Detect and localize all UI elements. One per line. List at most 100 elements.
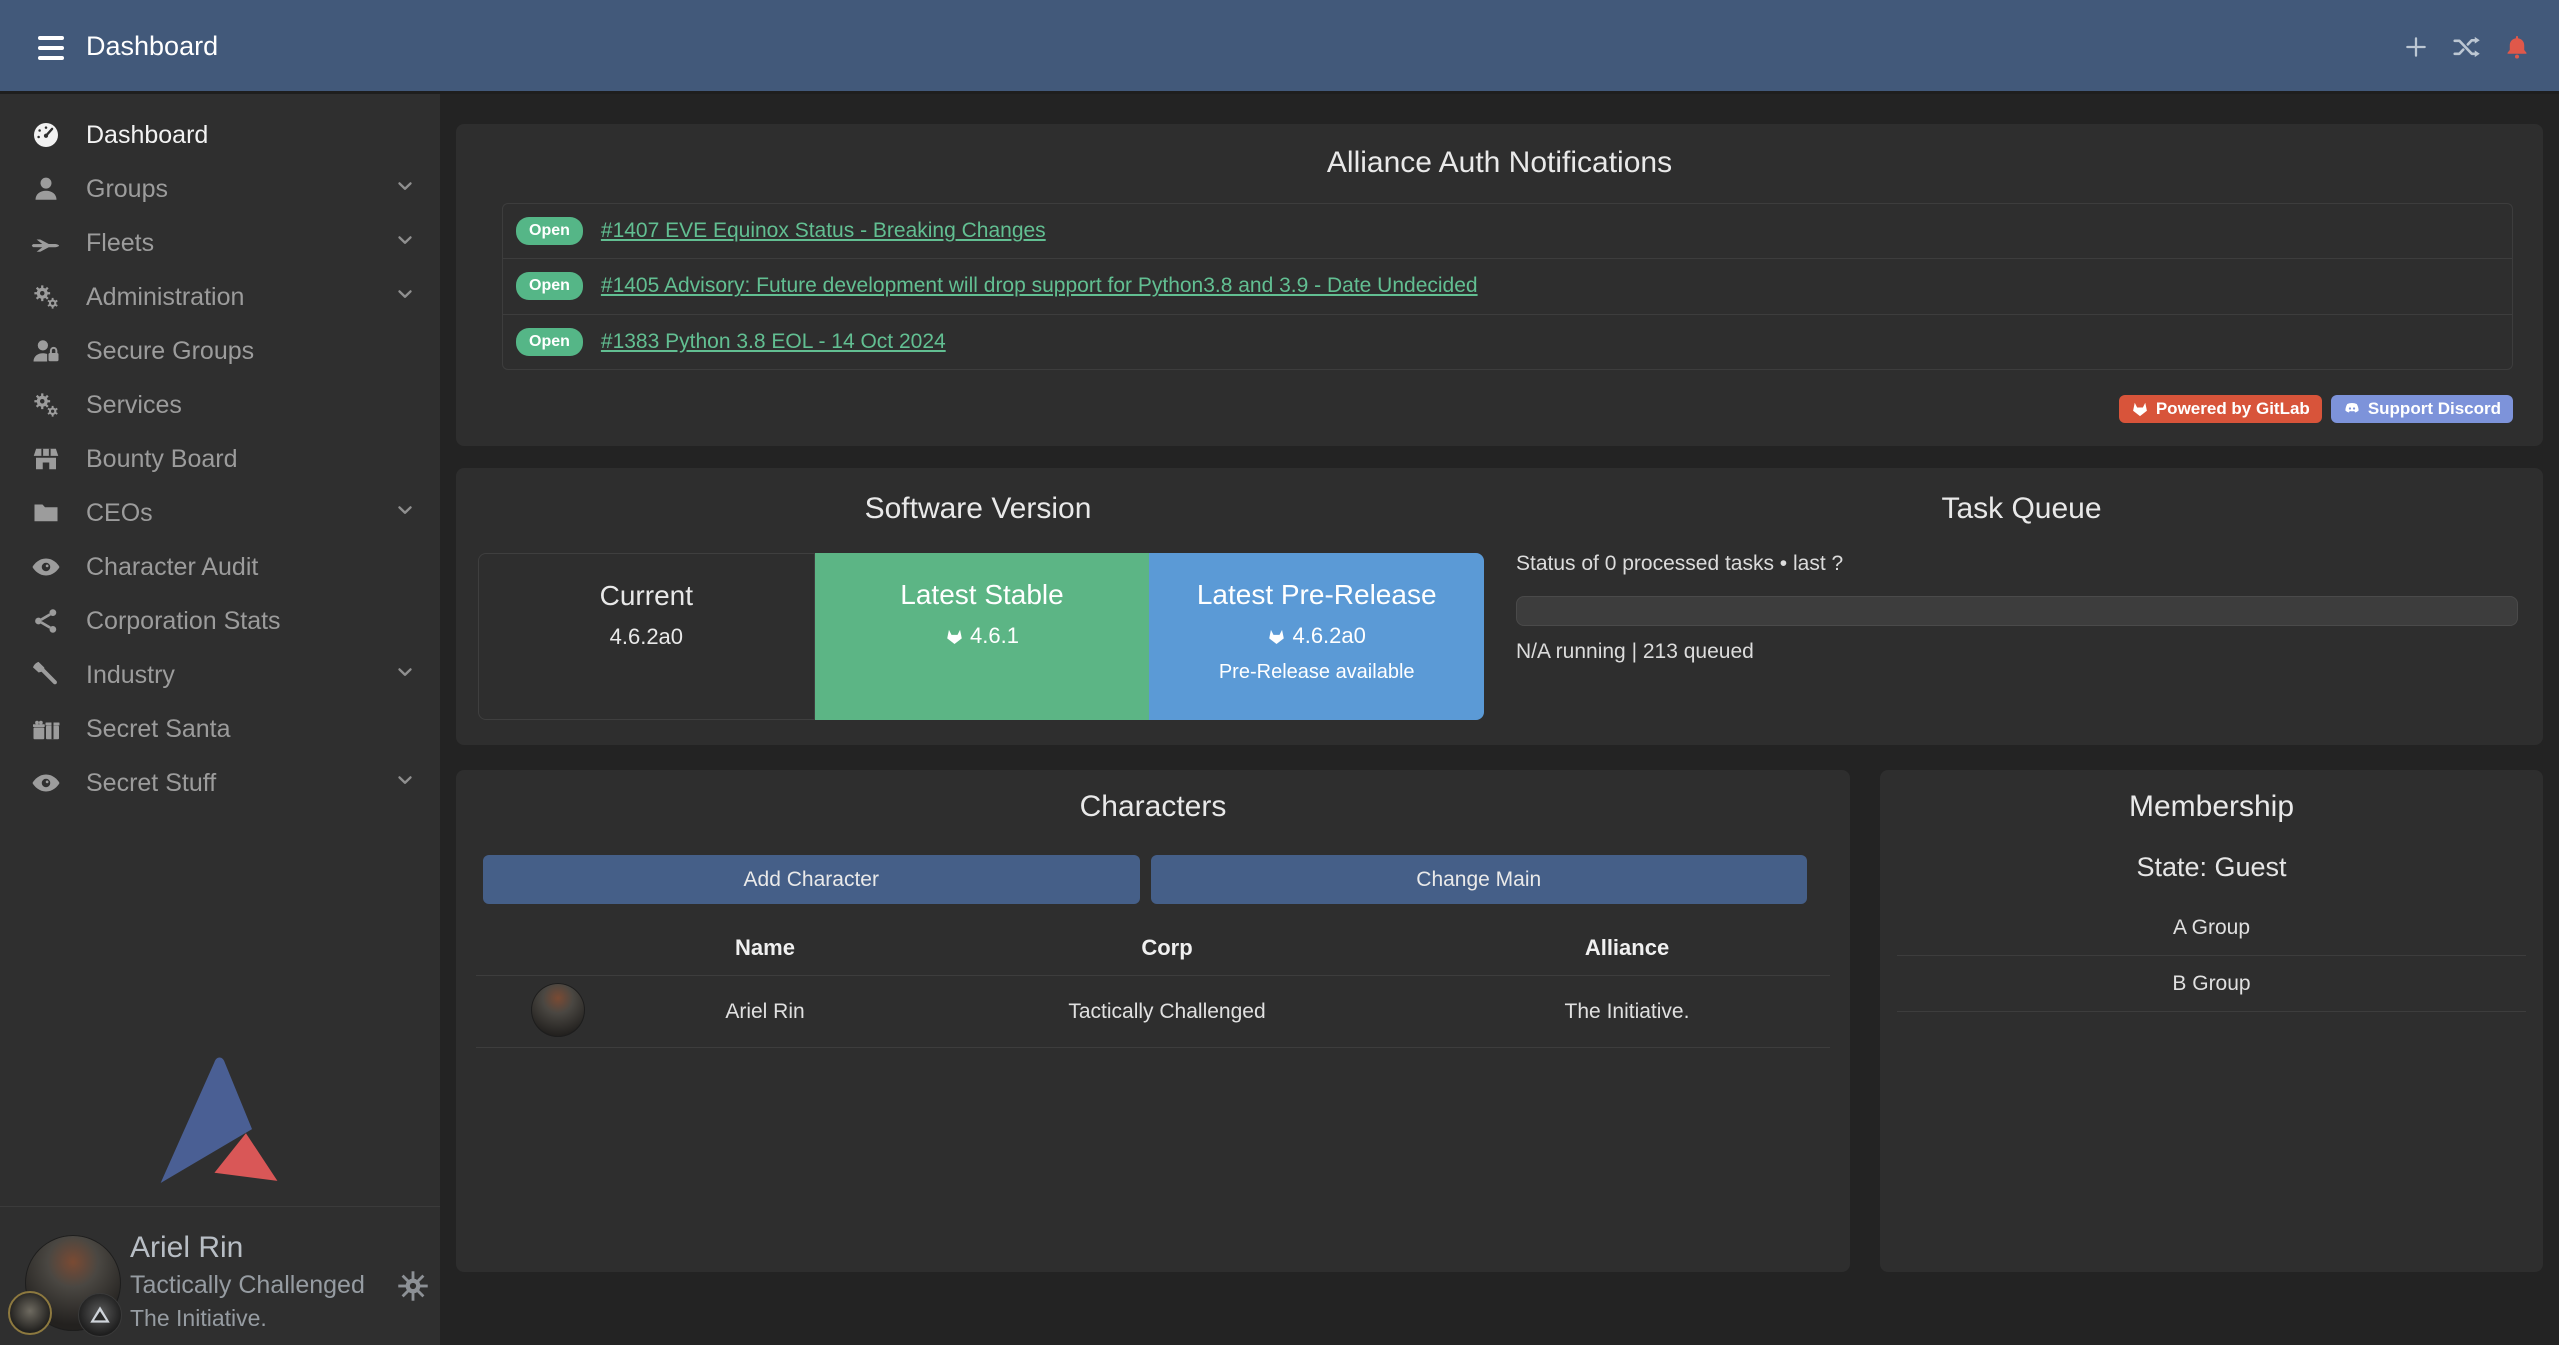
eye-icon [28, 768, 64, 798]
notification-link[interactable]: #1407 EVE Equinox Status - Breaking Chan… [601, 219, 1046, 243]
sidebar-item-secret-santa[interactable]: Secret Santa [0, 702, 440, 756]
gitlab-icon [1267, 627, 1286, 646]
version-cell-latest-stable: Latest Stable 4.6.1 [815, 553, 1150, 720]
bell-icon[interactable] [2503, 33, 2531, 61]
footer-badges: Powered by GitLab Support Discord [2119, 395, 2513, 423]
software-version-title: Software Version [456, 492, 1500, 526]
user-lock-icon [28, 336, 64, 366]
membership-title: Membership [1880, 790, 2543, 824]
sidebar-item-label: Groups [86, 175, 168, 204]
task-queue-section: Task Queue Status of 0 processed tasks •… [1500, 468, 2543, 745]
notification-link[interactable]: #1405 Advisory: Future development will … [601, 274, 1478, 298]
sidebar-item-label: CEOs [86, 499, 153, 528]
change-main-button[interactable]: Change Main [1151, 855, 1808, 904]
app-root: Dashboard Dashboard Groups Fleets [0, 0, 2559, 1345]
sidebar-item-secure-groups[interactable]: Secure Groups [0, 324, 440, 378]
chevron-down-icon [394, 769, 416, 798]
user-corp: Tactically Challenged [130, 1271, 365, 1300]
chevron-down-icon [394, 229, 416, 258]
group-list-item: B Group [1897, 956, 2526, 1012]
store-icon [28, 444, 64, 474]
notification-link[interactable]: #1383 Python 3.8 EOL - 14 Oct 2024 [601, 330, 946, 354]
plus-icon[interactable] [2403, 34, 2429, 60]
character-portrait [531, 983, 585, 1037]
share-icon [28, 606, 64, 636]
powered-by-gitlab-badge[interactable]: Powered by GitLab [2119, 395, 2322, 423]
notification-item: Open #1407 EVE Equinox Status - Breaking… [503, 204, 2512, 258]
sidebar-item-label: Bounty Board [86, 445, 238, 474]
table-row-divider [476, 1047, 1830, 1048]
sidebar-item-label: Secure Groups [86, 337, 254, 366]
sidebar: Dashboard Groups Fleets Administration S… [0, 94, 440, 1345]
sidebar-nav: Dashboard Groups Fleets Administration S… [0, 108, 440, 810]
sidebar-item-label: Character Audit [86, 553, 258, 582]
chevron-down-icon [394, 175, 416, 204]
sidebar-item-label: Industry [86, 661, 175, 690]
status-badge: Open [516, 217, 583, 245]
sidebar-item-groups[interactable]: Groups [0, 162, 440, 216]
gifts-icon [28, 714, 64, 744]
sidebar-item-administration[interactable]: Administration [0, 270, 440, 324]
fighter-jet-icon [28, 228, 64, 258]
membership-panel: Membership State: Guest A Group B Group [1880, 770, 2543, 1272]
table-header-divider [476, 975, 1830, 976]
characters-title: Characters [456, 790, 1850, 824]
sidebar-item-services[interactable]: Services [0, 378, 440, 432]
sidebar-item-label: Corporation Stats [86, 607, 281, 636]
main-content: Alliance Auth Notifications Open #1407 E… [440, 94, 2559, 1345]
column-header-name: Name [735, 935, 795, 961]
characters-buttons: Add Character Change Main [483, 855, 1807, 904]
chevron-down-icon [394, 499, 416, 528]
status-badge: Open [516, 328, 583, 356]
folder-icon [28, 498, 64, 528]
sidebar-item-character-audit[interactable]: Character Audit [0, 540, 440, 594]
notifications-panel: Alliance Auth Notifications Open #1407 E… [456, 124, 2543, 446]
page-title: Dashboard [86, 31, 218, 62]
gauge-icon [28, 120, 64, 150]
sidebar-item-corporation-stats[interactable]: Corporation Stats [0, 594, 440, 648]
eye-icon [28, 552, 64, 582]
membership-groups-list: A Group B Group [1897, 900, 2526, 1012]
sidebar-item-label: Administration [86, 283, 244, 312]
task-queue-counts: N/A running | 213 queued [1516, 640, 1754, 664]
add-character-button[interactable]: Add Character [483, 855, 1140, 904]
support-discord-badge[interactable]: Support Discord [2331, 395, 2513, 423]
task-queue-title: Task Queue [1500, 492, 2543, 526]
sidebar-item-label: Services [86, 391, 182, 420]
gear-icon[interactable] [396, 1269, 430, 1303]
alliance-emblem-icon [87, 1302, 113, 1328]
gears-icon [28, 282, 64, 312]
character-alliance: The Initiative. [1565, 1000, 1690, 1024]
user-name: Ariel Rin [130, 1231, 243, 1265]
hamburger-menu-icon[interactable] [38, 36, 64, 60]
sidebar-item-bounty-board[interactable]: Bounty Board [0, 432, 440, 486]
membership-state: State: Guest [1880, 852, 2543, 883]
sidebar-item-label: Fleets [86, 229, 154, 258]
sidebar-item-dashboard[interactable]: Dashboard [0, 108, 440, 162]
hammer-icon [28, 660, 64, 690]
alliance-auth-logo [155, 1054, 280, 1186]
sidebar-item-label: Secret Stuff [86, 769, 216, 798]
sidebar-item-label: Secret Santa [86, 715, 231, 744]
sidebar-item-secret-stuff[interactable]: Secret Stuff [0, 756, 440, 810]
notifications-list: Open #1407 EVE Equinox Status - Breaking… [502, 203, 2513, 370]
sidebar-item-fleets[interactable]: Fleets [0, 216, 440, 270]
notification-item: Open #1405 Advisory: Future development … [503, 258, 2512, 313]
navbar-actions [2403, 32, 2531, 62]
version-cell-latest-prerelease: Latest Pre-Release 4.6.2a0 Pre-Release a… [1149, 553, 1484, 720]
top-navbar: Dashboard [0, 0, 2559, 94]
software-version-section: Software Version Current 4.6.2a0 Latest … [456, 468, 1500, 745]
user-icon [28, 174, 64, 204]
task-queue-progress-bar [1516, 596, 2518, 626]
notification-item: Open #1383 Python 3.8 EOL - 14 Oct 2024 [503, 314, 2512, 369]
corp-logo-badge [8, 1291, 52, 1335]
shuffle-icon[interactable] [2451, 32, 2481, 62]
task-queue-status: Status of 0 processed tasks • last ? [1516, 552, 1843, 576]
version-taskqueue-panel: Software Version Current 4.6.2a0 Latest … [456, 468, 2543, 745]
alliance-logo-badge [78, 1293, 122, 1337]
sidebar-item-industry[interactable]: Industry [0, 648, 440, 702]
user-alliance: The Initiative. [130, 1305, 267, 1332]
chevron-down-icon [394, 661, 416, 690]
discord-icon [2343, 400, 2361, 418]
sidebar-item-ceos[interactable]: CEOs [0, 486, 440, 540]
